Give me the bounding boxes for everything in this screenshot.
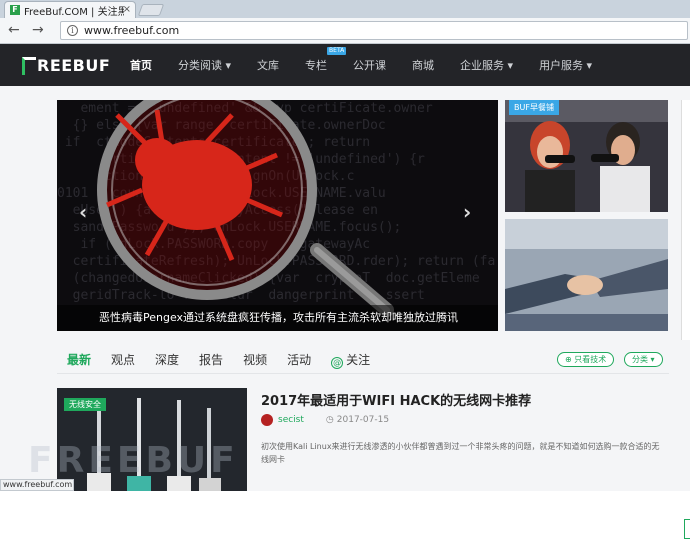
buf-breakfast-badge: BUF早餐铺 [509,100,559,115]
article-title[interactable]: 2017年最适用于WIFI HACK的无线网卡推荐 [261,390,531,409]
author-name[interactable]: secist [278,415,304,425]
tab-activity[interactable]: 活动 [287,351,311,368]
page-scrollbar[interactable] [681,100,690,340]
browser-tabbar: F FreeBuf.COM | 关注黑客 × [0,0,690,18]
slider-caption[interactable]: 恶性病毒Pengex通过系统盘疯狂传播，攻击所有主流杀软却唯独放过腾讯 [57,305,498,331]
slider-prev-icon[interactable]: ‹ [79,200,87,224]
logo-mark-icon [22,56,36,75]
podcast-image [505,100,668,212]
browser-tab[interactable]: F FreeBuf.COM | 关注黑客 × [4,1,136,18]
menu-item-open-class[interactable]: 公开课 [353,57,386,73]
tab-depth[interactable]: 深度 [155,351,179,368]
menu-item-user-services[interactable]: 用户服务 ▾ [539,57,592,73]
tab-close-icon[interactable]: × [123,4,131,15]
sidebar-feature-podcast[interactable]: BUF早餐铺 [505,100,668,212]
menu-item-column-label: 专栏 [305,59,328,72]
featured-slider[interactable]: ement == 'undefined' && typ certiFicate.… [57,100,498,331]
tech-only-filter-button[interactable]: ⊕ 只看技术 [557,352,615,367]
slider-next-icon[interactable]: › [463,200,471,224]
page-content: ement == 'undefined' && typ certiFicate.… [0,86,690,539]
freebuf-logo[interactable]: REEBUF [22,56,110,75]
tab-title: FreeBuf.COM | 关注黑客 [24,6,124,18]
tab-report[interactable]: 报告 [199,351,223,368]
logo-text: REEBUF [37,56,111,75]
sidebar-feature-handshake[interactable] [505,219,668,331]
menu-item-library[interactable]: 文库 [257,57,279,73]
beta-badge: BETA [327,47,347,55]
main-menu: 首页 分类阅读 ▾ 文库 专栏 BETA 公开课 商城 企业服务 ▾ 用户服务 … [130,44,618,86]
tab-follow[interactable]: @ 关注 [331,351,370,369]
menu-item-categories[interactable]: 分类阅读 ▾ [178,57,231,73]
side-widget-edge[interactable] [684,519,690,539]
tab-follow-label: 关注 [346,352,371,367]
tab-latest[interactable]: 最新 [67,351,91,368]
freebuf-favicon-icon: F [10,5,20,15]
article-date: 2017-07-15 [336,415,390,425]
magnifier-bug-image [97,100,394,317]
category-filter-button[interactable]: 分类 ▾ [624,352,663,367]
menu-item-home[interactable]: 首页 [130,57,152,73]
info-icon[interactable]: i [67,25,78,36]
new-tab-button[interactable] [137,4,165,16]
category-tag-wireless[interactable]: 无线安全 [64,398,106,411]
author-avatar[interactable] [261,414,273,426]
menu-item-enterprise[interactable]: 企业服务 ▾ [460,57,513,73]
freebuf-watermark: FREEBUF [28,440,239,481]
tab-opinion[interactable]: 观点 [111,351,135,368]
forward-arrow-icon[interactable]: → [32,23,44,37]
follow-icon: @ [331,356,344,369]
tab-video[interactable]: 视频 [243,351,267,368]
handshake-image [505,219,668,331]
article-meta: secist ◷ 2017-07-15 [261,414,389,426]
site-header: REEBUF 首页 分类阅读 ▾ 文库 专栏 BETA 公开课 商城 企业服务 … [0,44,690,86]
menu-item-column[interactable]: 专栏 BETA [305,47,347,73]
status-bar: www.freebuf.com [0,479,74,491]
address-toolbar: ← → i www.freebuf.com [0,18,690,44]
menu-item-store[interactable]: 商城 [412,57,434,73]
url-text: www.freebuf.com [84,24,180,37]
back-arrow-icon[interactable]: ← [8,23,20,37]
article-description: 初次使用Kali Linux来进行无线渗透的小伙伴都曾遇到过一个非常头疼的问题，… [261,442,660,464]
clock-icon: ◷ [325,415,334,425]
url-field[interactable]: i www.freebuf.com [60,21,688,40]
